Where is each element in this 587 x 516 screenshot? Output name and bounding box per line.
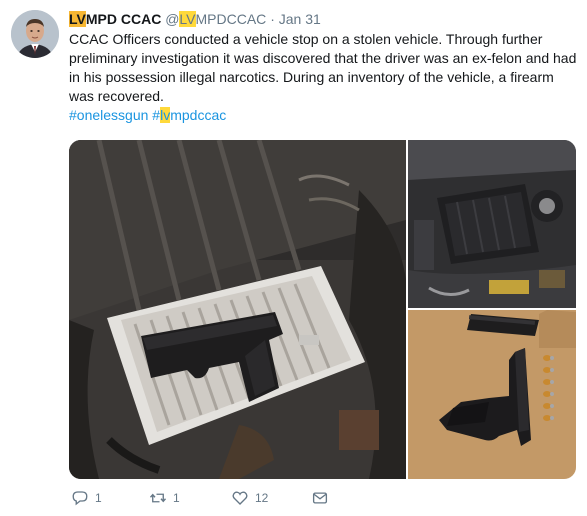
media-grid: [69, 140, 576, 479]
reply-count: 1: [95, 491, 102, 505]
photo-gun-with-rounds[interactable]: [408, 310, 576, 479]
timestamp[interactable]: Jan 31: [279, 11, 321, 27]
tweet-actions: 1 1 12: [69, 488, 369, 508]
retweet-icon: [149, 493, 167, 503]
separator-dot: ·: [270, 11, 275, 27]
user-handle[interactable]: @LVMPDCCAC: [165, 11, 266, 27]
heart-icon: [232, 491, 248, 505]
display-name[interactable]: LVMPD CCAC: [69, 11, 161, 27]
envelope-icon: [312, 492, 328, 504]
photo-gun-on-air-filter[interactable]: [69, 140, 406, 479]
hashtag-lvmpdccac[interactable]: #lvmpdccac: [152, 107, 226, 123]
avatar[interactable]: [11, 10, 59, 58]
like-count: 12: [255, 491, 269, 505]
reply-icon: [72, 491, 88, 506]
tweet-header: LVMPD CCAC @LVMPDCCAC · Jan 31: [69, 10, 577, 28]
tweet-content: LVMPD CCAC @LVMPDCCAC · Jan 31 CCAC Offi…: [69, 10, 577, 125]
hashtag-onelessgun[interactable]: #onelessgun: [69, 107, 148, 123]
reply-button[interactable]: 1: [71, 488, 102, 508]
hashtags: #onelessgun #lvmpdccac: [69, 106, 577, 125]
tweet-body: CCAC Officers conducted a vehicle stop o…: [69, 31, 577, 104]
direct-message-button[interactable]: [311, 488, 329, 508]
photo-engine-bay[interactable]: [408, 140, 576, 308]
retweet-count: 1: [173, 491, 180, 505]
retweet-button[interactable]: 1: [149, 488, 180, 508]
like-button[interactable]: 12: [231, 488, 268, 508]
